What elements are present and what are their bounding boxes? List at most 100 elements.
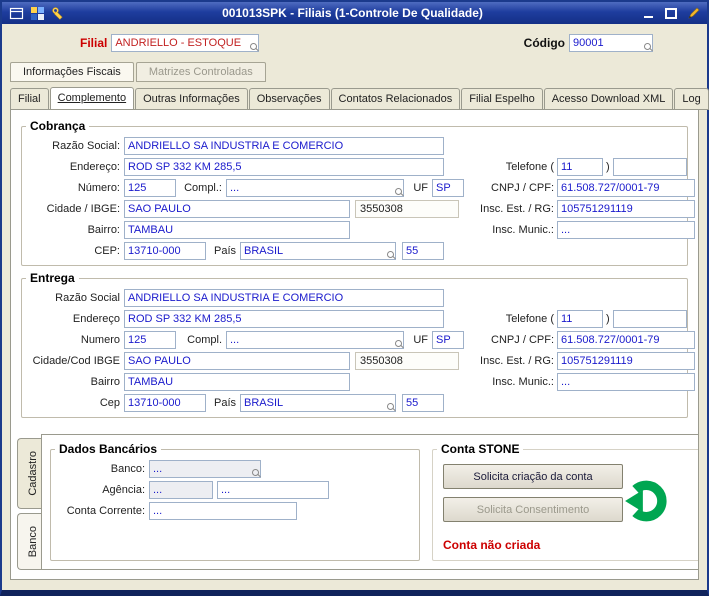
- maximize-button[interactable]: [662, 5, 680, 21]
- codigo-input[interactable]: [569, 34, 653, 52]
- razao-social-input-cobranca[interactable]: [124, 137, 444, 155]
- numero-label: Numero: [80, 334, 120, 346]
- cnpj-input-entrega[interactable]: [557, 331, 695, 349]
- minimize-button[interactable]: [639, 5, 657, 21]
- section-tabs: Informações Fiscais Matrizes Controladas: [10, 62, 707, 82]
- cidade-input-entrega[interactable]: [124, 352, 350, 370]
- ddd-input-entrega[interactable]: [557, 310, 603, 328]
- numero-input-entrega[interactable]: [124, 331, 176, 349]
- banco-input[interactable]: [149, 460, 261, 478]
- razao-social-label: Razão Social: [55, 292, 120, 304]
- cidade-ibge-label: Cidade / IBGE:: [46, 203, 120, 215]
- numero-label: Número:: [77, 182, 120, 194]
- cnpj-label: CNPJ / CPF:: [491, 334, 554, 346]
- vtab-banco[interactable]: Banco: [17, 512, 41, 570]
- numero-input-cobranca[interactable]: [124, 179, 176, 197]
- cidade-input-cobranca[interactable]: [124, 200, 350, 218]
- bairro-input-entrega[interactable]: [124, 373, 350, 391]
- dados-bancarios-title: Dados Bancários: [55, 442, 162, 456]
- insc-mun-input-entrega[interactable]: [557, 373, 695, 391]
- pais-input-cobranca[interactable]: [240, 242, 396, 260]
- stone-connection-icon: [623, 478, 669, 527]
- telefone-close-paren: ): [606, 313, 610, 325]
- tab-outras-informacoes[interactable]: Outras Informações: [135, 88, 248, 110]
- compl-input-cobranca[interactable]: [226, 179, 404, 197]
- ibge-code-field-cobranca: 3550308: [355, 200, 459, 218]
- uf-label: UF: [413, 182, 428, 194]
- app-window: 001013SPK - Filiais (1-Controle De Quali…: [0, 0, 709, 596]
- agencia-input[interactable]: [149, 481, 213, 499]
- insc-mun-label: Insc. Munic.:: [492, 376, 554, 388]
- telefone-input-cobranca[interactable]: [612, 158, 687, 176]
- uf-label: UF: [413, 334, 428, 346]
- cidade-ibge-label: Cidade/Cod IBGE: [32, 355, 120, 367]
- endereco-input-entrega[interactable]: [124, 310, 444, 328]
- insc-est-label: Insc. Est. / RG:: [480, 203, 554, 215]
- main-tabs: Filial Complemento Outras Informações Ob…: [10, 87, 709, 110]
- record-header: Filial Código: [2, 24, 707, 54]
- cnpj-label: CNPJ / CPF:: [491, 182, 554, 194]
- solicita-criacao-conta-button[interactable]: Solicita criação da conta: [443, 464, 623, 489]
- cep-input-entrega[interactable]: [124, 394, 206, 412]
- edit-pencil-icon[interactable]: [685, 5, 701, 21]
- tab-contatos-relacionados[interactable]: Contatos Relacionados: [330, 88, 461, 110]
- tab-matrizes-controladas: Matrizes Controladas: [135, 62, 266, 82]
- telefone-label: Telefone (: [505, 313, 554, 325]
- tab-filial[interactable]: Filial: [10, 88, 49, 110]
- telefone-label: Telefone (: [505, 161, 554, 173]
- pais-label: País: [213, 397, 236, 409]
- complemento-page: Cobrança Razão Social: Endereço: Telefon…: [10, 109, 699, 580]
- razao-social-input-entrega[interactable]: [124, 289, 444, 307]
- banco-label: Banco:: [110, 463, 145, 475]
- window-title: 001013SPK - Filiais (1-Controle De Quali…: [222, 6, 483, 20]
- app-logo-icon[interactable]: [29, 5, 45, 21]
- tab-complemento[interactable]: Complemento: [49, 87, 135, 110]
- vtab-cadastro[interactable]: Cadastro: [17, 438, 41, 509]
- conta-corrente-input[interactable]: [149, 502, 297, 520]
- wrench-icon[interactable]: [50, 5, 66, 21]
- cobranca-group: Cobrança Razão Social: Endereço: Telefon…: [21, 119, 695, 266]
- tab-informacoes-fiscais[interactable]: Informações Fiscais: [10, 62, 134, 82]
- vertical-tabs: Cadastro Banco: [17, 434, 41, 570]
- filial-label: Filial: [80, 36, 108, 50]
- uf-input-cobranca[interactable]: [432, 179, 464, 197]
- tab-observacoes[interactable]: Observações: [248, 88, 330, 110]
- tab-acesso-download-xml[interactable]: Acesso Download XML: [543, 88, 674, 110]
- window-icon[interactable]: [8, 5, 24, 21]
- conta-corrente-label: Conta Corrente:: [66, 505, 145, 517]
- insc-est-input-entrega[interactable]: [557, 352, 695, 370]
- insc-est-input-cobranca[interactable]: [557, 200, 695, 218]
- pais-label: País: [213, 245, 236, 257]
- bottom-section: Cadastro Banco Dados Bancários Banco: Ag…: [17, 434, 698, 570]
- entrega-group: Entrega Razão Social Endereço Telefone (…: [21, 271, 695, 418]
- title-bar: 001013SPK - Filiais (1-Controle De Quali…: [2, 2, 707, 24]
- tab-log[interactable]: Log: [674, 88, 709, 110]
- cep-label: Cep: [99, 397, 120, 409]
- solicita-consentimento-button: Solicita Consentimento: [443, 497, 623, 522]
- endereco-input-cobranca[interactable]: [124, 158, 444, 176]
- insc-est-label: Insc. Est. / RG:: [480, 355, 554, 367]
- ddi-input-cobranca[interactable]: [402, 242, 444, 260]
- endereco-label: Endereço:: [69, 161, 120, 173]
- pais-input-entrega[interactable]: [240, 394, 396, 412]
- razao-social-label: Razão Social:: [52, 140, 120, 152]
- ddi-input-entrega[interactable]: [402, 394, 444, 412]
- tab-filial-espelho[interactable]: Filial Espelho: [461, 88, 543, 110]
- bairro-input-cobranca[interactable]: [124, 221, 350, 239]
- telefone-input-entrega[interactable]: [612, 310, 687, 328]
- cep-label: CEP:: [94, 245, 120, 257]
- compl-input-entrega[interactable]: [226, 331, 404, 349]
- agencia-label: Agência:: [102, 484, 145, 496]
- cep-input-cobranca[interactable]: [124, 242, 206, 260]
- cnpj-input-cobranca[interactable]: [557, 179, 695, 197]
- codigo-label: Código: [523, 36, 565, 50]
- uf-input-entrega[interactable]: [432, 331, 464, 349]
- conta-stone-group: Conta STONE Solicita criação da conta So…: [432, 442, 698, 561]
- insc-mun-input-cobranca[interactable]: [557, 221, 695, 239]
- telefone-close-paren: ): [606, 161, 610, 173]
- filial-input[interactable]: [111, 34, 260, 52]
- agencia-dv-input[interactable]: [217, 481, 329, 499]
- bairro-label: Bairro: [90, 376, 120, 388]
- ddd-input-cobranca[interactable]: [557, 158, 603, 176]
- cobranca-title: Cobrança: [26, 119, 90, 133]
